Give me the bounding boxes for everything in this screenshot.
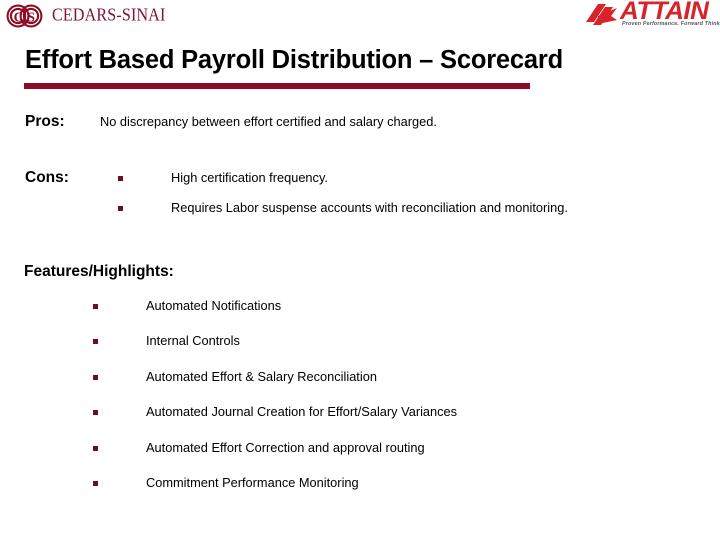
slide-title: Effort Based Payroll Distribution – Scor… bbox=[25, 46, 563, 74]
list-item-label: Internal Controls bbox=[146, 333, 240, 349]
attain-logo: ATTAIN Proven Performance. Forward Think… bbox=[584, 0, 720, 33]
square-bullet-icon bbox=[93, 339, 98, 345]
svg-text:C: C bbox=[14, 9, 24, 24]
square-bullet-icon bbox=[93, 374, 98, 380]
list-item: Internal Controls bbox=[93, 333, 653, 350]
attain-tagline: Proven Performance. Forward Thinking. bbox=[622, 21, 720, 27]
list-item: Automated Notifications bbox=[93, 298, 653, 315]
list-item: Automated Effort & Salary Reconciliation bbox=[93, 369, 653, 386]
features-heading: Features/Highlights: bbox=[24, 263, 174, 280]
list-item: Commitment Performance Monitoring bbox=[93, 475, 653, 492]
features-list: Automated Notifications Internal Control… bbox=[93, 298, 653, 510]
attain-chevron-arrow-icon bbox=[586, 4, 617, 25]
svg-text:S: S bbox=[27, 9, 35, 24]
square-bullet-icon bbox=[118, 205, 123, 211]
cs-interlocking-rings-icon: C S bbox=[4, 3, 46, 29]
slide-header-logo-bar: C S CEDARS-SINAI ATTAIN Proven Performan… bbox=[0, 0, 720, 36]
cons-list: High certification frequency. Requires L… bbox=[118, 170, 663, 217]
list-item-label: High certification frequency. bbox=[171, 170, 328, 185]
square-bullet-icon bbox=[93, 445, 98, 451]
list-item: High certification frequency. bbox=[118, 170, 663, 187]
list-item-label: Requires Labor suspense accounts with re… bbox=[171, 199, 568, 215]
list-item-label: Commitment Performance Monitoring bbox=[146, 474, 359, 490]
square-bullet-icon bbox=[93, 480, 98, 486]
list-item: Automated Journal Creation for Effort/Sa… bbox=[93, 404, 653, 421]
square-bullet-icon bbox=[93, 410, 98, 416]
list-item-label: Automated Journal Creation for Effort/Sa… bbox=[146, 404, 458, 420]
square-bullet-icon bbox=[118, 176, 123, 181]
cons-label: Cons: bbox=[25, 169, 69, 186]
pros-text: No discrepancy between effort certified … bbox=[100, 114, 437, 129]
square-bullet-icon bbox=[93, 304, 98, 309]
list-item-label: Automated Notifications bbox=[146, 298, 282, 313]
pros-label: Pros: bbox=[25, 113, 65, 130]
list-item-label: Automated Effort Correction and approval… bbox=[146, 439, 425, 455]
list-item: Automated Effort Correction and approval… bbox=[93, 440, 653, 457]
cedars-sinai-wordmark: CEDARS-SINAI bbox=[52, 5, 166, 25]
list-item-label: Automated Effort & Salary Reconciliation bbox=[146, 368, 377, 384]
cedars-sinai-logo: C S CEDARS-SINAI bbox=[4, 3, 166, 29]
title-underline-rule bbox=[24, 83, 530, 89]
list-item: Requires Labor suspense accounts with re… bbox=[118, 200, 663, 217]
